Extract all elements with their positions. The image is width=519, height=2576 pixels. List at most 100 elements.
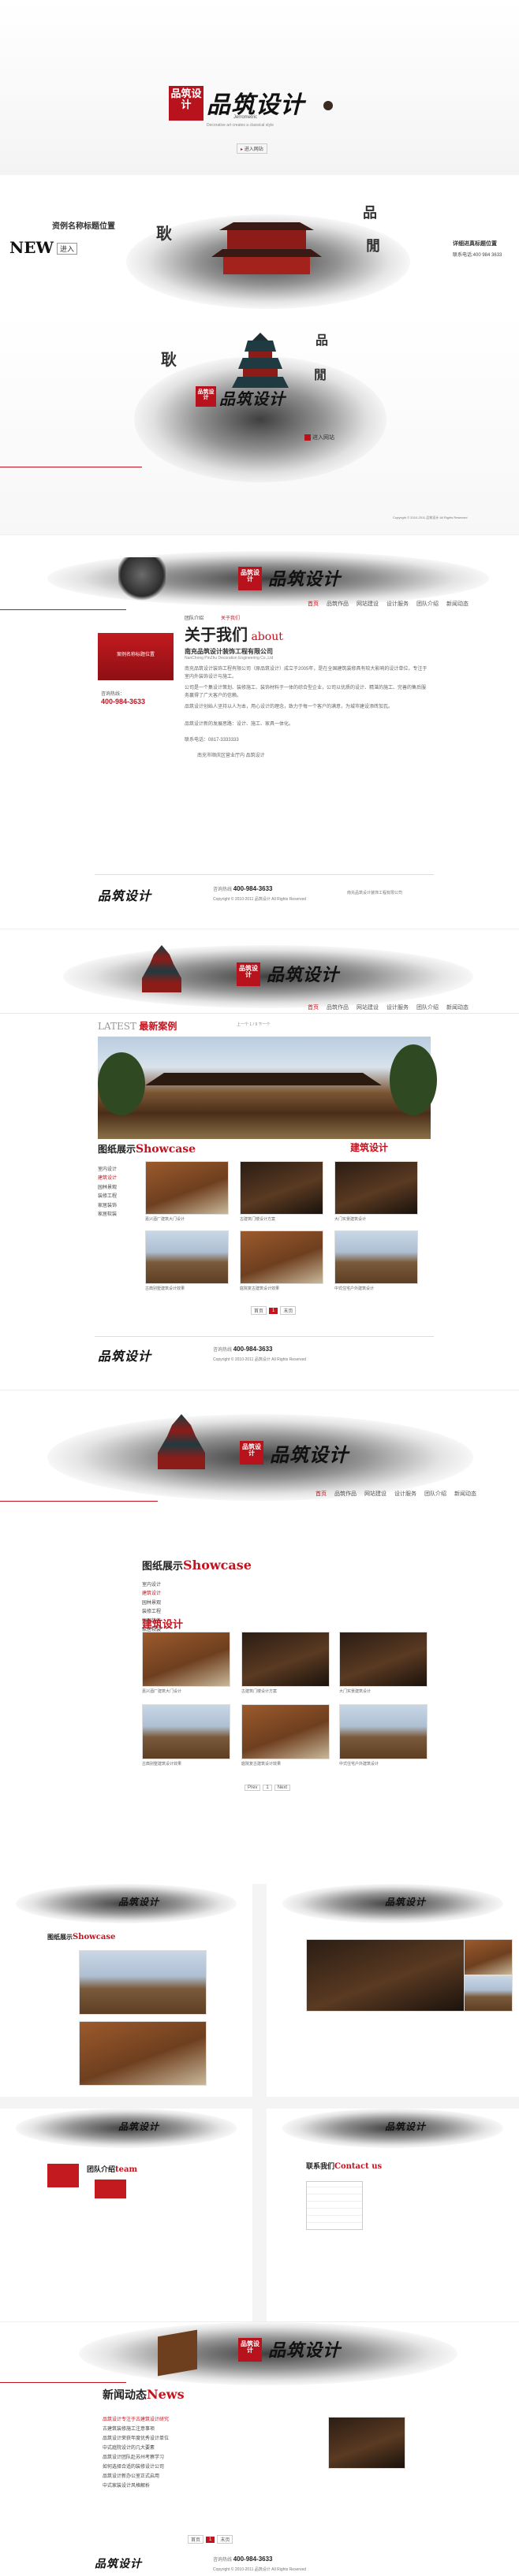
mini-showcase-title: 图纸展示Showcase (47, 1933, 116, 1941)
hero-char-2: 品 (363, 205, 377, 221)
gallery-thumbnail[interactable] (142, 1632, 230, 1687)
pager-prev[interactable]: 首页 (251, 1306, 267, 1315)
gallery-thumbnail[interactable] (241, 1632, 330, 1687)
footer-logo[interactable]: 品筑设计 (98, 1346, 151, 1364)
nav-item-news[interactable]: 新闻动态 (446, 600, 469, 608)
menu-item[interactable]: 室内设计 (142, 1581, 161, 1590)
nav-item-web[interactable]: 网站建设 (357, 600, 379, 608)
brand-logo[interactable]: 品筑设计 (268, 2336, 341, 2362)
nav-item-team[interactable]: 团队介绍 (416, 1003, 439, 1011)
gallery-thumbnail[interactable] (145, 1230, 229, 1284)
small-seal-icon (323, 101, 333, 110)
brand-logo[interactable]: 品筑设计 (270, 1439, 349, 1467)
about-side-banner[interactable]: 案例名称标题位置 (98, 633, 174, 680)
gallery-thumbnail[interactable] (240, 1230, 323, 1284)
footer-phone: 咨询热线 400-984-3633 (213, 2556, 273, 2563)
enter-site-link[interactable]: 进入网站 (304, 434, 334, 441)
nav-item-web[interactable]: 网站建设 (364, 1490, 386, 1498)
nav-item-service[interactable]: 设计服务 (394, 1490, 416, 1498)
mini-logo: 品筑设计 (118, 2121, 160, 2132)
mini-logo: 品筑设计 (118, 1897, 160, 1908)
news-item[interactable]: 中式庭院设计的几大要素 (103, 2444, 308, 2453)
mini-team-photo (95, 2180, 126, 2198)
pager-next[interactable]: 末页 (280, 1306, 297, 1315)
enter-site-link[interactable]: ▸ 进入网站 (237, 143, 267, 154)
showcase-side-menu: 室内设计 建筑设计 园林景观 装修工程 家居装饰 家居软装 (98, 1166, 117, 1219)
footer-logo[interactable]: 品筑设计 (95, 2556, 142, 2571)
hero-char-1: 耿 (156, 224, 172, 243)
thumbnail-caption: 中式住宅户外建筑设计 (339, 1762, 379, 1766)
news-item[interactable]: 品筑设计荣获年度优秀设计单位 (103, 2434, 308, 2444)
nav-item-home[interactable]: 首页 (316, 1490, 327, 1498)
mini-page-detail[interactable]: 品筑设计 (267, 1884, 519, 2097)
news-item[interactable]: 品筑设计专注于古建筑设计研究 (103, 2415, 308, 2425)
menu-item-active[interactable]: 建筑设计 (98, 1174, 117, 1183)
pager-page[interactable]: 1 (269, 1307, 278, 1314)
pager-prev[interactable]: 首页 (188, 2535, 204, 2544)
brand-subtitle: Jerrometric (233, 115, 258, 120)
news-item[interactable]: 古建筑装修施工注意事项 (103, 2425, 308, 2434)
thumbnail-caption: 中式住宅户外建筑设计 (334, 1286, 375, 1291)
showcase-category-heading: 建筑设计 (142, 1619, 184, 1631)
thumbnail-caption: 古建筑门楼设计方案 (240, 1217, 276, 1222)
company-name-en: NanChong PinZhu Decoration Engineering C… (185, 656, 274, 661)
nav-item-team[interactable]: 团队介绍 (416, 600, 439, 608)
news-item[interactable]: 如何选择合适的装修设计公司 (103, 2462, 308, 2472)
pager-page[interactable]: 1 (206, 2536, 215, 2543)
brand-logo[interactable]: 品筑设计 (267, 961, 339, 986)
news-feature-image[interactable] (328, 2417, 405, 2469)
news-item[interactable]: 品筑设计团队赴苏州考察学习 (103, 2453, 308, 2462)
gallery-thumbnail[interactable] (339, 1704, 428, 1759)
gallery-thumbnail[interactable] (339, 1632, 428, 1687)
pager-next[interactable]: 末页 (217, 2535, 233, 2544)
mini-page-team[interactable]: 品筑设计 团队介绍team (0, 2109, 252, 2321)
gallery-thumbnail[interactable] (241, 1704, 330, 1759)
mini-team-banner (47, 2164, 79, 2187)
mini-page-showcase[interactable]: 品筑设计 图纸展示Showcase (0, 1884, 252, 2097)
mini-page-contact[interactable]: 品筑设计 联系我们Contact us (267, 2109, 519, 2321)
news-item[interactable]: 中式家装设计风格解析 (103, 2481, 308, 2491)
nav-item-team[interactable]: 团队介绍 (424, 1490, 446, 1498)
lion-statue-illustration (118, 557, 166, 601)
menu-item[interactable]: 装修工程 (98, 1193, 117, 1201)
nav-item-service[interactable]: 设计服务 (386, 600, 409, 608)
gallery-thumbnail[interactable] (240, 1161, 323, 1215)
menu-item[interactable]: 园林景观 (98, 1184, 117, 1193)
gallery-thumbnail[interactable] (334, 1161, 418, 1215)
brand-logo[interactable]: 品筑设计 (268, 565, 341, 590)
gallery-thumbnail[interactable] (334, 1230, 418, 1284)
nav-item-news[interactable]: 新闻动态 (454, 1490, 476, 1498)
mini-contact-map (306, 2181, 363, 2230)
pager-prev[interactable]: Prev (245, 1785, 261, 1791)
menu-item[interactable]: 家居装饰 (98, 1202, 117, 1211)
hero-left-enter-button[interactable]: 进入 (57, 243, 78, 255)
brand-logo[interactable]: 品筑设计 (219, 386, 286, 409)
pager-page[interactable]: 1 (263, 1785, 272, 1791)
news-item[interactable]: 品筑设计新办公室正式启用 (103, 2472, 308, 2481)
gallery-thumbnail[interactable] (142, 1704, 230, 1759)
footer-copy: Copyright © 2010-2011 品筑设计 All Rights Re… (213, 2567, 307, 2572)
tree-left (98, 1052, 145, 1115)
nav-item-service[interactable]: 设计服务 (386, 1003, 409, 1011)
nav-item-works[interactable]: 品筑作品 (327, 600, 349, 608)
about-page-section: 品筑设计 品筑设计 首页 品筑作品 网站建设 设计服务 团队介绍 新闻动态 案例… (0, 534, 519, 929)
about-para-3: 品筑设计创始人坚持以人为本，用心设计的理念，致力于每一个客户的满意，为城市建设添… (185, 705, 394, 709)
menu-item-active[interactable]: 建筑设计 (142, 1590, 161, 1599)
menu-item[interactable]: 园林景观 (142, 1599, 161, 1608)
gallery-thumbnail[interactable] (145, 1161, 229, 1215)
about-title: 关于我们 about (185, 625, 283, 644)
nav-item-home[interactable]: 首页 (308, 600, 319, 608)
nav-item-news[interactable]: 新闻动态 (446, 1003, 469, 1011)
about-tab-about[interactable]: 关于我们 (221, 614, 240, 621)
nav-item-web[interactable]: 网站建设 (357, 1003, 379, 1011)
about-tab-team[interactable]: 团队介绍 (185, 614, 203, 621)
nav-item-works[interactable]: 品筑作品 (334, 1490, 357, 1498)
footer-logo[interactable]: 品筑设计 (98, 885, 151, 904)
menu-item[interactable]: 家居软装 (98, 1211, 117, 1219)
nav-item-works[interactable]: 品筑作品 (327, 1003, 349, 1011)
nav-item-home[interactable]: 首页 (308, 1003, 319, 1011)
menu-item[interactable]: 室内设计 (98, 1166, 117, 1174)
latest-banner-image[interactable] (98, 1037, 437, 1139)
pager-next[interactable]: Next (274, 1785, 291, 1791)
latest-pager[interactable]: 上一个 1 / 9 下一个 (237, 1022, 271, 1027)
